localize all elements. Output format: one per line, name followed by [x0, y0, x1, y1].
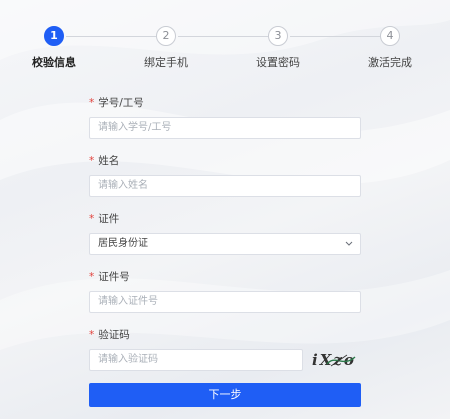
step-label: 绑定手机	[144, 56, 188, 69]
student-id-label: 学号/工号	[98, 97, 144, 109]
step-3: 3 设置密码	[233, 26, 323, 70]
captcha-input[interactable]: 请输入验证码	[89, 349, 303, 371]
captcha-field: * 验证码 请输入验证码 iXzo	[89, 328, 361, 371]
step-number: 4	[380, 26, 400, 46]
verification-form: * 学号/工号 请输入学号/工号 * 姓名 请输入姓名 * 证件 居民身份证 * 证件号…	[89, 96, 361, 371]
id-number-field: * 证件号 请输入证件号	[89, 270, 361, 313]
name-input[interactable]: 请输入姓名	[89, 175, 361, 197]
required-mark: *	[89, 213, 95, 225]
id-number-label: 证件号	[98, 271, 130, 283]
step-1: 1 校验信息	[9, 26, 99, 70]
required-mark: *	[89, 329, 95, 341]
step-label: 校验信息	[32, 56, 76, 69]
student-id-field: * 学号/工号 请输入学号/工号	[89, 96, 361, 139]
step-indicator: 1 校验信息 2 绑定手机 3 设置密码 4 激活完成	[0, 26, 450, 76]
name-label: 姓名	[98, 155, 120, 167]
id-type-value: 居民身份证	[98, 238, 148, 249]
next-step-button[interactable]: 下一步	[89, 383, 361, 407]
step-number: 1	[44, 26, 64, 46]
captcha-label: 验证码	[98, 329, 130, 341]
required-mark: *	[89, 271, 95, 283]
step-number: 2	[156, 26, 176, 46]
required-mark: *	[89, 97, 95, 109]
required-mark: *	[89, 155, 95, 167]
step-number: 3	[268, 26, 288, 46]
chevron-down-icon	[345, 234, 353, 262]
student-id-input[interactable]: 请输入学号/工号	[89, 117, 361, 139]
id-type-field: * 证件 居民身份证	[89, 212, 361, 255]
id-type-label: 证件	[98, 213, 120, 225]
step-2: 2 绑定手机	[121, 26, 211, 70]
step-4: 4 激活完成	[345, 26, 435, 70]
id-number-input[interactable]: 请输入证件号	[89, 291, 361, 313]
step-label: 激活完成	[368, 56, 412, 69]
step-label: 设置密码	[256, 56, 300, 69]
captcha-image[interactable]: iXzo	[309, 349, 361, 371]
name-field: * 姓名 请输入姓名	[89, 154, 361, 197]
id-type-select[interactable]: 居民身份证	[89, 233, 361, 255]
